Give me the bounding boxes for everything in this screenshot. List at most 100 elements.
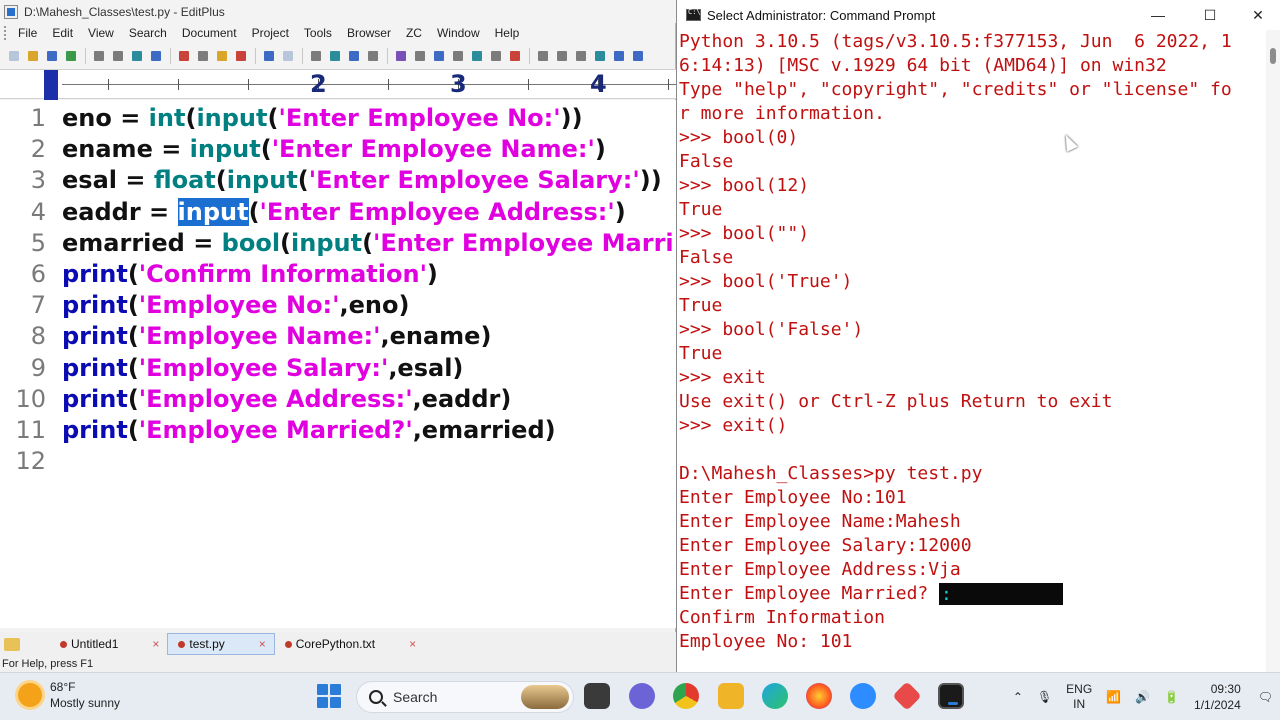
word-wrap-icon[interactable] [431,48,448,65]
menu-zc[interactable]: ZC [400,26,431,40]
find-in-files-icon[interactable] [346,48,363,65]
tab-close-icon[interactable]: × [152,637,159,651]
console-line: D:\Mahesh_Classes>py test.py [679,463,983,484]
close-button[interactable]: ✕ [1235,0,1280,30]
code-line[interactable]: 10 print('Employee Address:',eaddr) [0,384,676,415]
ruler-icon[interactable] [488,48,505,65]
edge-icon[interactable] [762,683,788,709]
help-icon[interactable] [630,48,647,65]
save-all-icon[interactable] [63,48,80,65]
output-window-icon[interactable] [611,48,628,65]
code-token: 'Employee Married?' [138,416,413,444]
chrome-icon[interactable] [673,683,699,709]
maximize-button[interactable]: ☐ [1187,0,1233,30]
taskbar-search-box[interactable]: Search [356,681,574,713]
chevron-up-icon[interactable]: ⌃ [1013,690,1023,704]
folder-icon[interactable] [4,637,20,651]
language-indicator[interactable]: ENG IN [1066,682,1092,712]
weather-widget[interactable]: 68°F Mostly sunny [18,679,120,711]
code-line[interactable]: 4 eaddr = input('Enter Employee Address:'… [0,197,676,228]
code-line[interactable]: 2 ename = input('Enter Employee Name:') [0,134,676,165]
code-token: 'Enter Employee Name:' [271,135,595,164]
save-icon[interactable] [44,48,61,65]
hex-view-icon[interactable] [412,48,429,65]
print-preview-icon[interactable] [110,48,127,65]
open-file-icon[interactable] [25,48,42,65]
directory-window-icon[interactable] [592,48,609,65]
command-prompt-taskbar-icon[interactable] [938,683,964,709]
tab-untitled1[interactable]: Untitled1 × [50,633,167,655]
copy-icon[interactable] [195,48,212,65]
tab-close-icon[interactable]: × [409,637,416,651]
delete-icon[interactable] [233,48,250,65]
tile-icon[interactable] [554,48,571,65]
volume-icon[interactable]: 🔊 [1135,690,1150,704]
menu-document[interactable]: Document [176,26,246,40]
zoom-icon[interactable] [850,683,876,709]
menu-file[interactable]: File [12,26,46,40]
paste-icon[interactable] [214,48,231,65]
line-numbers-icon[interactable] [450,48,467,65]
microphone-icon[interactable]: 🎙 [1037,690,1052,704]
cmd-title: Select Administrator: Command Prompt [707,7,936,23]
minimize-button[interactable]: — [1135,0,1181,30]
window-list-icon[interactable] [535,48,552,65]
clock-date: 1/1/2024 [1194,698,1241,712]
heading-icon[interactable] [393,48,410,65]
browser-view-icon[interactable] [148,48,165,65]
wifi-icon[interactable]: 📶 [1106,690,1121,704]
cmd-console-output[interactable]: Python 3.10.5 (tags/v3.10.5:f377153, Jun… [677,30,1267,672]
code-line[interactable]: 8 print('Employee Name:',ename) [0,321,676,352]
windows-start-icon[interactable] [316,683,342,709]
console-line: r more information. [679,103,885,124]
check-syntax-icon[interactable] [507,48,524,65]
tab-close-icon[interactable]: × [259,637,266,651]
code-line[interactable]: 11 print('Employee Married?',emarried) [0,415,676,446]
menu-tools[interactable]: Tools [298,26,341,40]
menu-browser[interactable]: Browser [341,26,400,40]
print-icon[interactable] [91,48,108,65]
editplus-app-icon [4,4,18,19]
column-select-icon[interactable] [469,48,486,65]
replace-icon[interactable] [327,48,344,65]
menu-project[interactable]: Project [246,26,298,40]
console-line: >>> exit [679,367,766,388]
code-editor[interactable]: 1 eno = int(input('Enter Employee No:')) 2… [0,100,676,628]
cascade-icon[interactable] [573,48,590,65]
cmd-scrollbar[interactable] [1266,30,1280,672]
task-view-icon[interactable] [584,683,610,709]
undo-icon[interactable] [261,48,278,65]
code-line[interactable]: 12 [0,446,676,477]
teams-chat-icon[interactable] [629,683,655,709]
find-icon[interactable] [308,48,325,65]
menu-window[interactable]: Window [431,26,489,40]
code-line[interactable]: 7 print('Employee No:',eno) [0,290,676,321]
spell-check-icon[interactable] [129,48,146,65]
app-pin-icon[interactable] [892,681,922,711]
redo-icon[interactable] [280,48,297,65]
goto-line-icon[interactable] [365,48,382,65]
notification-icon[interactable]: 🗨 [1258,690,1273,704]
code-line[interactable]: 5 emarried = bool(input('Enter Employee M… [0,228,676,259]
code-token: ( [297,166,309,195]
menu-view[interactable]: View [82,26,123,40]
code-token: emarried = [62,228,222,257]
tab-test-py[interactable]: test.py × [167,633,275,655]
cmd-scroll-thumb[interactable] [1270,48,1276,64]
console-input-cursor[interactable]: : [939,583,1063,605]
menu-search[interactable]: Search [123,26,176,40]
tab-corepython-txt[interactable]: CorePython.txt × [275,633,424,655]
battery-icon[interactable]: 🔋 [1164,690,1179,704]
code-text: print('Employee Address:',eaddr) [62,384,511,415]
firefox-icon[interactable] [806,683,832,709]
code-line[interactable]: 6 print('Confirm Information') [0,259,676,290]
code-line[interactable]: 9 print('Employee Salary:',esal) [0,353,676,384]
file-explorer-icon[interactable] [718,683,744,709]
menu-help[interactable]: Help [489,26,529,40]
code-line[interactable]: 3 esal = float(input('Enter Employee Sala… [0,165,676,196]
cut-icon[interactable] [176,48,193,65]
taskbar-clock[interactable]: 09:30 1/1/2024 [1194,681,1241,713]
new-file-icon[interactable] [6,48,23,65]
menu-edit[interactable]: Edit [46,26,82,40]
code-line[interactable]: 1 eno = int(input('Enter Employee No:')) [0,103,676,134]
